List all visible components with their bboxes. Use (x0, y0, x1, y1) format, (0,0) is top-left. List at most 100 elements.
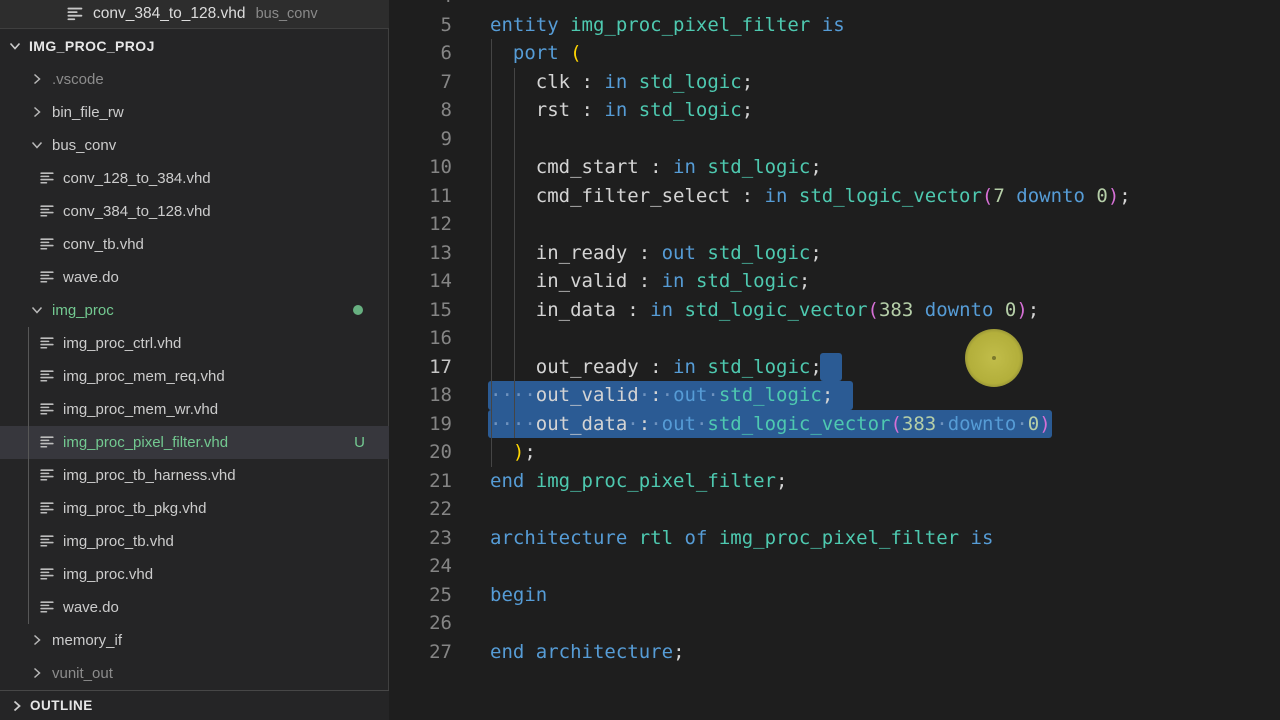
code-line-12[interactable]: 12 (390, 210, 1280, 239)
line-number[interactable]: 4 (390, 0, 452, 11)
code-line-22[interactable]: 22 (390, 495, 1280, 524)
code-line-24[interactable]: 24 (390, 552, 1280, 581)
tree-item-vunit-out[interactable]: vunit_out (0, 657, 389, 690)
tree-item-label: img_proc_tb.vhd (63, 532, 174, 550)
tree-item-label: img_proc_mem_req.vhd (63, 367, 225, 385)
code-line-21[interactable]: 21 end img_proc_pixel_filter; (390, 467, 1280, 496)
line-number[interactable]: 12 (390, 210, 452, 239)
line-number[interactable]: 6 (390, 39, 452, 68)
tree-item-img-proc-pixel-filter-vhd[interactable]: img_proc_pixel_filter.vhd U (0, 425, 389, 459)
file-lines-icon (40, 534, 54, 547)
code-line-25[interactable]: 25 begin (390, 581, 1280, 610)
code-text: in_data : in std_logic_vector(383 downto… (490, 298, 1040, 321)
code-line-14[interactable]: 14 in_valid : in std_logic; (390, 267, 1280, 296)
file-lines-icon (40, 402, 54, 415)
code-line-9[interactable]: 9 (390, 125, 1280, 154)
line-number[interactable]: 26 (390, 609, 452, 638)
code-line-13[interactable]: 13 in_ready : out std_logic; (390, 239, 1280, 268)
file-lines-icon (40, 204, 54, 217)
line-number[interactable]: 8 (390, 96, 452, 125)
tree-item-label: conv_128_to_384.vhd (63, 169, 211, 187)
code-line-10[interactable]: 10 cmd_start : in std_logic; (390, 153, 1280, 182)
code-line-11[interactable]: 11 cmd_filter_select : in std_logic_vect… (390, 182, 1280, 211)
line-number[interactable]: 18 (390, 381, 452, 410)
code-line-23[interactable]: 23 architecture rtl of img_proc_pixel_fil… (390, 524, 1280, 553)
open-editor-entry[interactable]: conv_384_to_128.vhd bus_conv (0, 0, 389, 29)
line-number[interactable]: 16 (390, 324, 452, 353)
code-text: begin (490, 583, 548, 606)
tree-item-label: img_proc_ctrl.vhd (63, 334, 182, 352)
tree-item-img-proc-mem-wr-vhd[interactable]: img_proc_mem_wr.vhd (0, 393, 389, 426)
code-line-6[interactable]: 6 port ( (390, 39, 1280, 68)
tree-root-label: IMG_PROC_PROJ (29, 38, 155, 54)
code-line-19[interactable]: 19 ····out_data·:·out·std_logic_vector(38… (390, 410, 1280, 439)
line-number[interactable]: 22 (390, 495, 452, 524)
tree-item-img-proc-tb-pkg-vhd[interactable]: img_proc_tb_pkg.vhd (0, 492, 389, 525)
line-number[interactable]: 7 (390, 68, 452, 97)
line-number[interactable]: 24 (390, 552, 452, 581)
tree-item-img-proc-vhd[interactable]: img_proc.vhd (0, 558, 389, 591)
line-number[interactable]: 10 (390, 153, 452, 182)
outline-section-header[interactable]: OUTLINE (0, 690, 389, 720)
tree-item-label: img_proc.vhd (63, 565, 154, 583)
tree-root-img-proc-proj[interactable]: IMG_PROC_PROJ (0, 30, 389, 63)
chevron-right-icon (33, 73, 41, 85)
line-number[interactable]: 5 (390, 11, 452, 40)
tree-item-label: wave.do (63, 598, 119, 616)
tree-item-img-proc-tb-harness-vhd[interactable]: img_proc_tb_harness.vhd (0, 459, 389, 492)
outline-label: OUTLINE (30, 698, 93, 713)
tree-item-bus-conv[interactable]: bus_conv (0, 129, 389, 162)
line-number[interactable]: 15 (390, 296, 452, 325)
chevron-down-icon (9, 42, 21, 50)
line-number[interactable]: 13 (390, 239, 452, 268)
file-tree: .vscode bin_file_rw bus_conv conv_128_to_38… (0, 63, 389, 690)
code-line-15[interactable]: 15 in_data : in std_logic_vector(383 dow… (390, 296, 1280, 325)
tree-item-conv-tb-vhd[interactable]: conv_tb.vhd (0, 228, 389, 261)
selection-highlight (819, 352, 842, 381)
tree-item-wave-do[interactable]: wave.do (0, 591, 389, 624)
tree-item-img-proc-ctrl-vhd[interactable]: img_proc_ctrl.vhd (0, 327, 389, 360)
tree-item-img-proc-mem-req-vhd[interactable]: img_proc_mem_req.vhd (0, 360, 389, 393)
code-text: port ( (512, 42, 582, 64)
tree-item-label: memory_if (52, 631, 123, 649)
tree-item-label: .vscode (52, 70, 104, 88)
file-lines-icon (40, 501, 54, 514)
tree-item--vscode[interactable]: .vscode (0, 63, 389, 96)
line-number[interactable]: 19 (390, 410, 452, 439)
line-number[interactable]: 23 (390, 524, 452, 553)
line-number[interactable]: 9 (390, 125, 452, 154)
code-line-27[interactable]: 27 end architecture; (390, 638, 1280, 667)
tree-item-conv-128-to-384-vhd[interactable]: conv_128_to_384.vhd (0, 162, 389, 195)
line-number[interactable]: 14 (390, 267, 452, 296)
tree-item-label: img_proc_pixel_filter.vhd (63, 433, 229, 451)
line-number[interactable]: 20 (390, 438, 452, 467)
line-number[interactable]: 17 (390, 353, 452, 382)
code-line-5[interactable]: 5 entity img_proc_pixel_filter is (390, 11, 1280, 40)
tree-item-label: vunit_out (52, 664, 113, 682)
code-editor[interactable]: 45 entity img_proc_pixel_filter is 6 port … (390, 0, 1280, 720)
code-line-20[interactable]: 20 ); (390, 438, 1280, 467)
code-line-4[interactable]: 4 (390, 0, 1280, 11)
line-number[interactable]: 25 (390, 581, 452, 610)
tree-item-img-proc[interactable]: img_proc (0, 294, 389, 327)
line-number[interactable]: 11 (390, 182, 452, 211)
tree-item-wave-do[interactable]: wave.do (0, 261, 389, 294)
tree-item-label: img_proc_mem_wr.vhd (63, 400, 219, 418)
tree-item-memory-if[interactable]: memory_if (0, 624, 389, 657)
open-editor-folder: bus_conv (255, 6, 318, 22)
chevron-right-icon (33, 667, 41, 679)
tree-item-bin-file-rw[interactable]: bin_file_rw (0, 96, 389, 129)
tree-item-label: conv_384_to_128.vhd (63, 202, 211, 220)
tree-item-img-proc-tb-vhd[interactable]: img_proc_tb.vhd (0, 525, 389, 558)
tree-item-conv-384-to-128-vhd[interactable]: conv_384_to_128.vhd (0, 195, 389, 228)
line-number[interactable]: 21 (390, 467, 452, 496)
tree-item-label: wave.do (63, 268, 119, 286)
code-line-26[interactable]: 26 (390, 609, 1280, 638)
tree-item-label: conv_tb.vhd (63, 235, 144, 253)
code-line-16[interactable]: 16 (390, 324, 1280, 353)
code-line-8[interactable]: 8 rst : in std_logic; (390, 96, 1280, 125)
line-number[interactable]: 27 (390, 638, 452, 667)
code-line-7[interactable]: 7 clk : in std_logic; (390, 68, 1280, 97)
